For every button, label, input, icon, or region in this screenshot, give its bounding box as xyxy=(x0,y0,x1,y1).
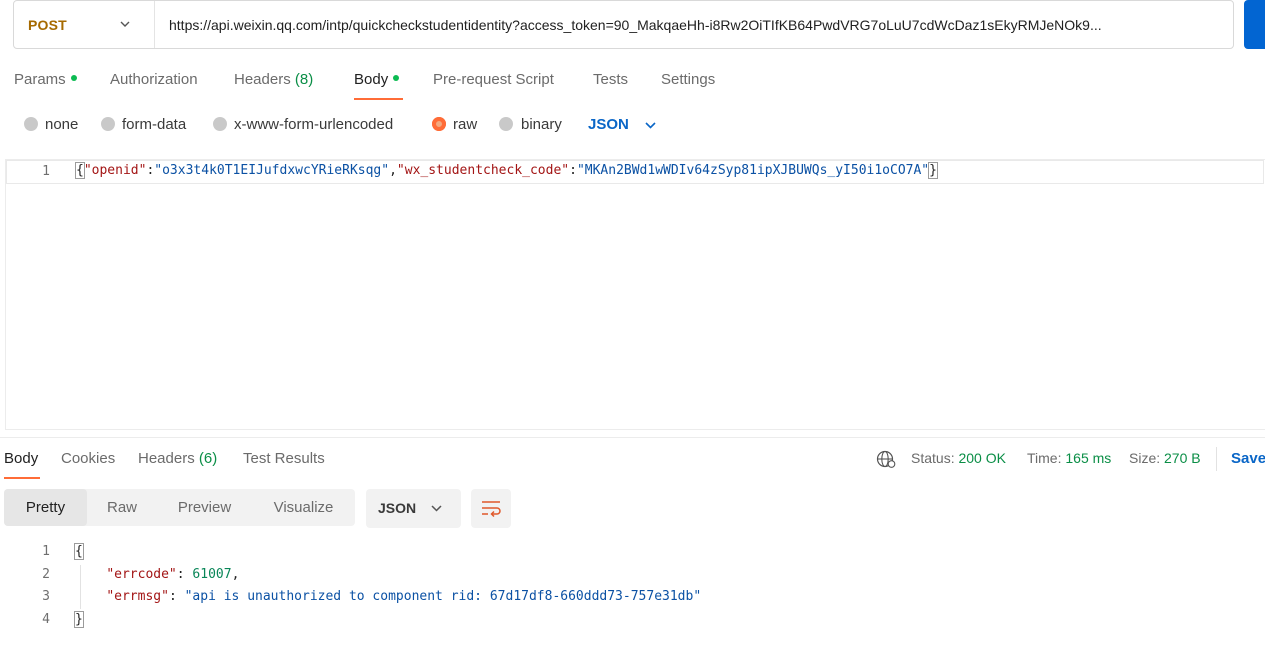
tab-count: (8) xyxy=(294,71,314,88)
view-mode-visualize[interactable]: Visualize xyxy=(252,489,355,526)
time-readout: Time: 165 ms xyxy=(1027,450,1111,466)
radio-label-raw: raw xyxy=(453,116,478,133)
chevron-down-icon xyxy=(120,21,130,27)
tab-pre-request-script[interactable]: Pre-request Script xyxy=(433,71,554,88)
response-tab-cookies[interactable]: Cookies xyxy=(61,450,115,467)
json-comma: , xyxy=(389,163,397,178)
radio-label-binary: binary xyxy=(521,116,562,133)
line-number: 1 xyxy=(42,164,50,179)
brace-close: } xyxy=(74,611,84,628)
url-bar: POST https://api.weixin.qq.com/intp/quic… xyxy=(13,0,1234,49)
size-value: 270 B xyxy=(1164,450,1201,466)
request-body-editor[interactable]: 1 {"openid": "o3x3t4k0T1EIJufdxwcYRieRKsq… xyxy=(5,159,1265,430)
status-value: 200 OK xyxy=(958,450,1006,466)
tab-label: Tests xyxy=(593,71,629,88)
json-key: "errcode" xyxy=(106,567,177,582)
tab-label: Authorization xyxy=(110,71,198,88)
save-response-button[interactable]: Save xyxy=(1231,450,1265,467)
line-number: 1 xyxy=(42,544,50,559)
tab-label: Pre-request Script xyxy=(433,71,554,88)
tab-body[interactable]: Body xyxy=(354,71,400,88)
radio-binary[interactable] xyxy=(499,117,513,131)
line-number: 4 xyxy=(42,612,50,627)
body-format-dropdown[interactable]: JSON xyxy=(588,116,629,133)
time-label: Time: xyxy=(1027,450,1062,466)
json-key: "wx_studentcheck_code" xyxy=(396,163,570,178)
tab-count: (6) xyxy=(198,450,218,467)
body-indicator-dot xyxy=(393,75,400,82)
radio-form-data[interactable] xyxy=(101,117,115,131)
method-label: POST xyxy=(28,17,67,33)
size-readout: Size: 270 B xyxy=(1129,450,1201,466)
wrap-lines-icon xyxy=(482,501,501,518)
radio-none[interactable] xyxy=(24,117,38,131)
response-format-label: JSON xyxy=(378,500,417,516)
response-line: } xyxy=(74,611,84,628)
radio-label-urlencoded: x-www-form-urlencoded xyxy=(234,116,394,133)
tab-headers[interactable]: Headers (8) xyxy=(234,71,313,88)
json-key: "openid" xyxy=(83,163,147,178)
send-button[interactable] xyxy=(1244,0,1265,49)
params-indicator-dot xyxy=(70,75,77,82)
response-tab-test-results[interactable]: Test Results xyxy=(243,450,325,467)
json-colon: : xyxy=(569,163,577,178)
tab-settings[interactable]: Settings xyxy=(661,71,715,88)
json-string: "api is unauthorized to component rid: 6… xyxy=(184,589,702,604)
response-line: { xyxy=(74,543,84,560)
json-key: "errmsg" xyxy=(106,589,169,604)
tab-params[interactable]: Params xyxy=(14,71,77,88)
view-mode-raw[interactable]: Raw xyxy=(87,489,157,526)
code-line: {"openid": "o3x3t4k0T1EIJufdxwcYRieRKsqg"… xyxy=(75,162,938,179)
tab-authorization[interactable]: Authorization xyxy=(110,71,198,88)
line-number: 2 xyxy=(42,567,50,582)
active-tab-underline xyxy=(4,477,40,479)
json-string: "o3x3t4k0T1EIJufdxwcYRieRKsqg" xyxy=(154,163,390,178)
line-number: 3 xyxy=(42,589,50,604)
status-readout: Status: 200 OK xyxy=(911,450,1006,466)
chevron-down-icon[interactable] xyxy=(644,119,657,132)
tab-label: Headers xyxy=(138,450,195,467)
response-tab-body[interactable]: Body xyxy=(4,450,38,467)
response-format-dropdown[interactable]: JSON xyxy=(366,489,461,528)
wrap-lines-button[interactable] xyxy=(471,489,511,528)
response-line: "errmsg": "api is unauthorized to compon… xyxy=(106,589,702,604)
tab-label: Headers xyxy=(234,71,291,88)
tab-label: Body xyxy=(354,71,389,88)
status-label: Status: xyxy=(911,450,955,466)
url-input[interactable]: https://api.weixin.qq.com/intp/quickchec… xyxy=(169,17,1225,33)
tab-tests[interactable]: Tests xyxy=(593,71,628,88)
radio-label-form-data: form-data xyxy=(122,116,187,133)
radio-x-www-form-urlencoded[interactable] xyxy=(213,117,227,131)
response-line: "errcode": 61007, xyxy=(106,567,240,582)
divider xyxy=(1216,447,1217,471)
globe-icon[interactable] xyxy=(876,450,896,468)
json-number: 61007 xyxy=(192,567,232,582)
size-label: Size: xyxy=(1129,450,1161,466)
method-selector[interactable]: POST xyxy=(14,1,155,48)
radio-label-none: none xyxy=(45,116,79,133)
chevron-down-icon xyxy=(431,505,442,512)
view-mode-preview[interactable]: Preview xyxy=(157,489,252,526)
tab-label: Settings xyxy=(661,71,716,88)
panel-divider[interactable] xyxy=(0,437,1265,438)
active-tab-underline xyxy=(354,98,403,100)
response-tab-headers[interactable]: Headers (6) xyxy=(138,450,217,467)
brace-open: { xyxy=(74,543,84,560)
radio-raw[interactable] xyxy=(432,117,446,131)
view-mode-segmented: Pretty Raw Preview Visualize xyxy=(4,489,355,526)
json-string: "MKAn2BWd1wWDIv64zSyp81ipXJBUWQs_yI50i1o… xyxy=(576,163,930,178)
time-value: 165 ms xyxy=(1065,450,1112,466)
view-mode-pretty[interactable]: Pretty xyxy=(4,489,87,526)
tab-label: Params xyxy=(14,71,66,88)
brace-close: } xyxy=(928,162,938,179)
brace-open: { xyxy=(75,162,85,179)
